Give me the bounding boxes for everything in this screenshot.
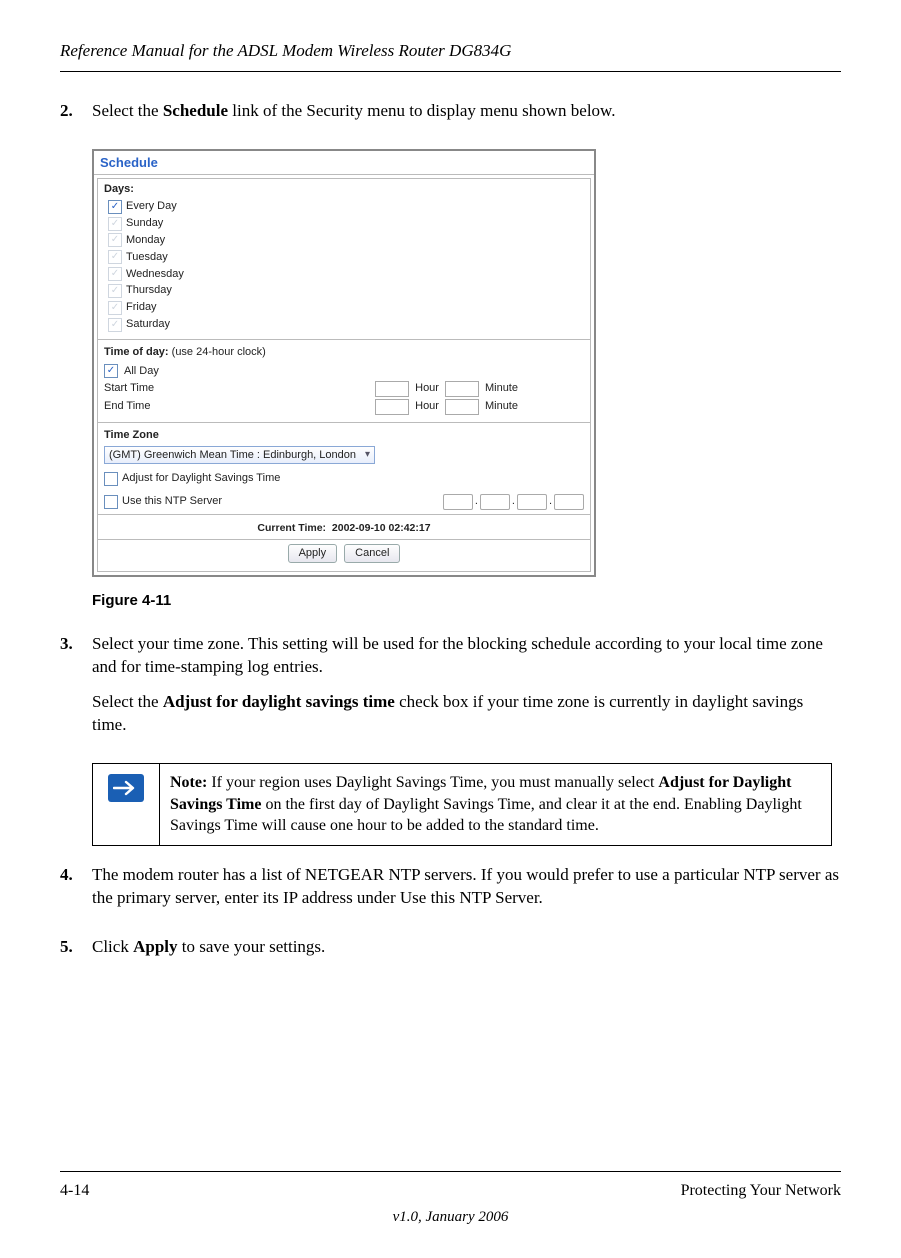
apply-button[interactable]: Apply (288, 544, 338, 563)
figure-screenshot: Schedule Days: ✓ Every Day ✓ Sunday ✓ Monda… (92, 149, 841, 577)
arrow-right-icon (108, 774, 144, 802)
checkbox-allday[interactable]: ✓ (104, 364, 118, 378)
page-header: Reference Manual for the ADSL Modem Wire… (60, 40, 841, 72)
end-time-label: End Time (104, 399, 204, 414)
text: on the first day of Daylight Savings Tim… (170, 796, 802, 835)
dialog-title: Schedule (94, 151, 594, 176)
start-hour-input[interactable] (375, 381, 409, 397)
text: Select the (92, 101, 163, 120)
days-heading: Days: (98, 179, 590, 198)
page-footer: 4-14 Protecting Your Network (60, 1171, 841, 1202)
ntp-ip-input[interactable]: ... (443, 494, 584, 510)
day-label: Tuesday (126, 250, 168, 265)
adjust-dst-label: Adjust for Daylight Savings Time (122, 471, 280, 486)
note-box: Note: If your region uses Daylight Savin… (92, 763, 832, 846)
step-2: 2. Select the Schedule link of the Secur… (60, 100, 841, 135)
day-label: Thursday (126, 283, 172, 298)
minute-label: Minute (485, 381, 518, 396)
bold-adjust-dst: Adjust for daylight savings time (163, 692, 395, 711)
step-body: Click Apply to save your settings. (92, 936, 841, 971)
header-title: Reference Manual for the ADSL Modem Wire… (60, 41, 511, 60)
note-text: Note: If your region uses Daylight Savin… (160, 764, 832, 846)
checkbox-friday[interactable]: ✓ (108, 301, 122, 315)
bold-apply: Apply (133, 937, 177, 956)
end-hour-input[interactable] (375, 399, 409, 415)
step-body: Select the Schedule link of the Security… (92, 100, 841, 135)
minute-label: Minute (485, 399, 518, 414)
end-minute-input[interactable] (445, 399, 479, 415)
allday-label: All Day (124, 364, 159, 379)
footer-version: v1.0, January 2006 (60, 1207, 841, 1227)
current-time-value: 2002-09-10 02:42:17 (332, 522, 431, 534)
timezone-select[interactable]: (GMT) Greenwich Mean Time : Edinburgh, L… (104, 446, 375, 465)
checkbox-monday[interactable]: ✓ (108, 233, 122, 247)
paragraph: The modem router has a list of NETGEAR N… (92, 864, 841, 910)
cancel-button[interactable]: Cancel (344, 544, 400, 563)
checkbox-wednesday[interactable]: ✓ (108, 267, 122, 281)
checkbox-saturday[interactable]: ✓ (108, 318, 122, 332)
day-label: Saturday (126, 317, 170, 332)
text: Click (92, 937, 133, 956)
step-body: Select your time zone. This setting will… (92, 633, 841, 749)
text: Select the (92, 692, 163, 711)
hour-label: Hour (415, 381, 439, 396)
day-label: Friday (126, 300, 157, 315)
text: link of the Security menu to display men… (228, 101, 615, 120)
schedule-dialog: Schedule Days: ✓ Every Day ✓ Sunday ✓ Monda… (92, 149, 596, 577)
step-number: 3. (60, 633, 92, 749)
text: If your region uses Daylight Savings Tim… (207, 774, 658, 791)
step-number: 2. (60, 100, 92, 135)
step-body: The modem router has a list of NETGEAR N… (92, 864, 841, 922)
use-ntp-label: Use this NTP Server (122, 494, 222, 509)
tod-sub: (use 24-hour clock) (169, 346, 266, 358)
hour-label: Hour (415, 399, 439, 414)
step-4: 4. The modem router has a list of NETGEA… (60, 864, 841, 922)
checkbox-sunday[interactable]: ✓ (108, 217, 122, 231)
current-time-label: Current Time: (257, 522, 326, 534)
start-time-label: Start Time (104, 381, 204, 396)
timeofday-heading: Time of day: (use 24-hour clock) (98, 342, 590, 361)
checkbox-adjust-dst[interactable] (104, 472, 118, 486)
page-number: 4-14 (60, 1180, 89, 1202)
current-time: Current Time: 2002-09-10 02:42:17 (98, 514, 590, 539)
bold-schedule: Schedule (163, 101, 228, 120)
timezone-heading: Time Zone (98, 425, 590, 444)
tod-label: Time of day: (104, 346, 169, 358)
start-minute-input[interactable] (445, 381, 479, 397)
step-number: 4. (60, 864, 92, 922)
days-list: ✓ Every Day ✓ Sunday ✓ Monday ✓ Tuesday ✓ Wed… (98, 198, 590, 337)
section-title: Protecting Your Network (681, 1180, 841, 1202)
note-icon-cell (93, 764, 160, 846)
step-3: 3. Select your time zone. This setting w… (60, 633, 841, 749)
text: to save your settings. (178, 937, 326, 956)
day-label: Sunday (126, 216, 163, 231)
checkbox-thursday[interactable]: ✓ (108, 284, 122, 298)
day-label: Every Day (126, 199, 177, 214)
figure-caption: Figure 4-11 (92, 591, 841, 611)
step-5: 5. Click Apply to save your settings. (60, 936, 841, 971)
checkbox-everyday[interactable]: ✓ (108, 200, 122, 214)
day-label: Wednesday (126, 267, 184, 282)
checkbox-use-ntp[interactable] (104, 495, 118, 509)
paragraph: Select your time zone. This setting will… (92, 633, 841, 679)
note-label: Note: (170, 774, 207, 791)
checkbox-tuesday[interactable]: ✓ (108, 250, 122, 264)
step-number: 5. (60, 936, 92, 971)
day-label: Monday (126, 233, 165, 248)
